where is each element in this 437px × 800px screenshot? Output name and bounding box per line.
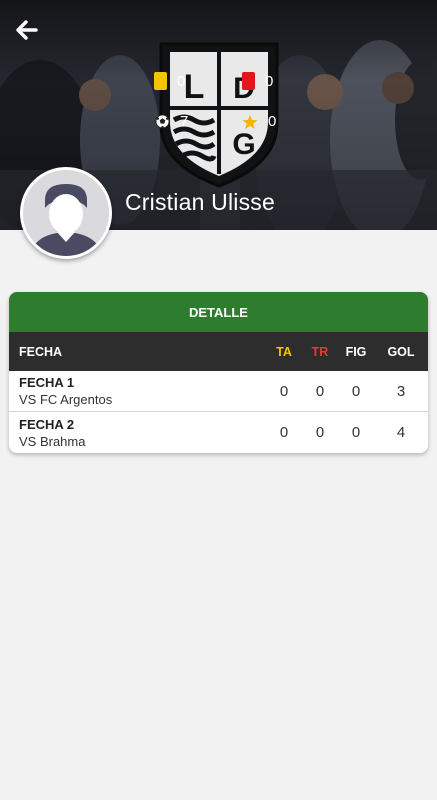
row-fig: 0 [351, 424, 361, 441]
goals-stat: 7 [155, 113, 188, 130]
red-cards-count: 0 [265, 72, 274, 90]
red-cards-stat: 0 [242, 72, 273, 90]
player-name: Cristian Ulisse [125, 189, 275, 215]
column-header-fig: FIG [345, 344, 367, 359]
red-card-icon [242, 72, 255, 90]
stars-count: 0 [268, 113, 277, 130]
row-gol: 4 [396, 424, 406, 441]
column-header-ta: TA [276, 344, 292, 359]
row-tr: 0 [315, 382, 325, 400]
row-ta: 0 [279, 424, 289, 441]
yellow-cards-count: 0 [177, 72, 186, 90]
row-fecha: FECHA 2 [19, 416, 75, 432]
table-row[interactable]: FECHA 2 VS Brahma 0 0 0 4 [9, 412, 428, 453]
column-header-gol: GOL [387, 344, 415, 359]
row-fig: 0 [351, 382, 361, 400]
league-crest-logo: L D G [159, 42, 279, 188]
column-header-fecha: FECHA [19, 344, 63, 359]
avatar-silhouette-icon [23, 170, 109, 256]
svg-text:L: L [184, 68, 205, 106]
row-fecha: FECHA 1 [19, 375, 75, 390]
yellow-cards-stat: 0 [154, 72, 185, 90]
table-header: FECHA TA TR FIG GOL [9, 332, 428, 371]
yellow-card-icon [154, 72, 167, 90]
row-gol: 3 [396, 382, 406, 400]
table-row[interactable]: FECHA 1 VS FC Argentos 0 0 0 3 [9, 371, 428, 412]
star-icon [242, 114, 258, 129]
arrow-left-icon [16, 20, 38, 40]
svg-text:G: G [232, 128, 255, 161]
detail-card: DETALLE FECHA TA TR FIG GOL FECHA 1 VS F… [9, 292, 428, 453]
soccer-ball-icon [155, 114, 170, 129]
row-ta: 0 [279, 382, 289, 400]
stars-stat: 0 [242, 113, 276, 130]
goals-count: 7 [180, 113, 189, 130]
row-tr: 0 [315, 424, 325, 441]
row-opponent: VS Brahma [19, 433, 86, 449]
back-button[interactable] [12, 16, 42, 44]
column-header-tr: TR [311, 344, 329, 359]
row-opponent: VS FC Argentos [19, 392, 113, 407]
detail-title: DETALLE [9, 292, 428, 332]
user-placeholder-avatar [20, 167, 112, 259]
